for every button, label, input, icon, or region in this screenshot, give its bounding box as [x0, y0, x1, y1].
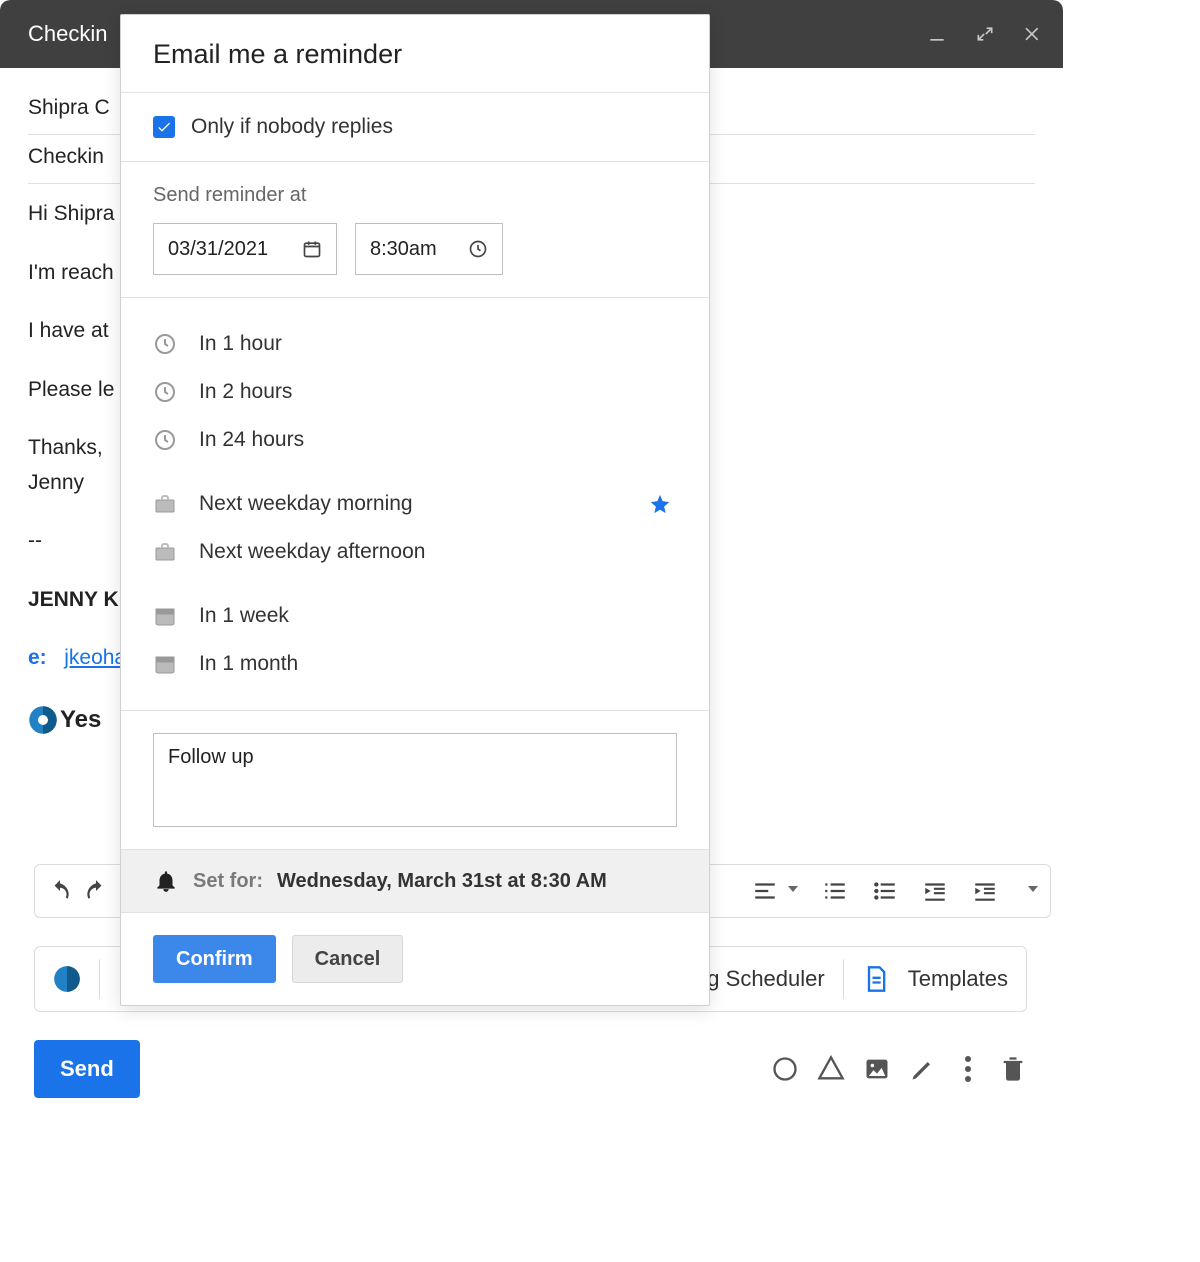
date-value: 03/31/2021 [168, 238, 268, 261]
align-icon[interactable] [752, 878, 778, 904]
set-for-label: Set for: [193, 870, 263, 893]
quick-option-label: In 1 month [199, 652, 298, 676]
quick-option-label: In 1 week [199, 604, 289, 628]
clock-icon [153, 380, 177, 404]
chevron-down-icon[interactable] [788, 886, 798, 896]
expand-icon[interactable] [975, 24, 995, 44]
yesware-icon[interactable] [53, 965, 81, 993]
chevron-down-icon[interactable] [1028, 886, 1038, 896]
send-button[interactable]: Send [34, 1040, 140, 1098]
quick-option-24-hours[interactable]: In 24 hours [153, 416, 677, 464]
quick-option-label: In 1 hour [199, 332, 282, 356]
minimize-icon[interactable] [927, 24, 947, 44]
signature-email-label: e: [28, 646, 47, 669]
undo-icon[interactable] [47, 878, 73, 904]
redo-icon[interactable] [83, 878, 109, 904]
briefcase-icon [153, 540, 177, 564]
reminder-modal: Email me a reminder Only if nobody repli… [120, 14, 710, 1006]
quick-option-label: In 2 hours [199, 380, 292, 404]
calendar-icon [302, 239, 322, 259]
confirm-button[interactable]: Confirm [153, 935, 276, 983]
star-icon [649, 493, 671, 515]
quick-option-next-weekday-morning[interactable]: Next weekday morning [153, 480, 677, 528]
numbered-list-icon[interactable] [822, 878, 848, 904]
briefcase-icon [153, 492, 177, 516]
quick-option-1-month[interactable]: In 1 month [153, 640, 677, 688]
clock-icon [153, 428, 177, 452]
clock-icon [153, 332, 177, 356]
quick-option-1-hour[interactable]: In 1 hour [153, 320, 677, 368]
trash-icon[interactable] [999, 1055, 1027, 1083]
reminder-date-input[interactable]: 03/31/2021 [153, 223, 337, 275]
emoji-icon[interactable] [771, 1055, 799, 1083]
quick-option-next-weekday-afternoon[interactable]: Next weekday afternoon [153, 528, 677, 576]
reminder-note-input[interactable]: Follow up [153, 733, 677, 827]
window-title: Checkin [28, 21, 107, 47]
image-icon[interactable] [863, 1055, 891, 1083]
calendar-icon [153, 604, 177, 628]
drive-icon[interactable] [817, 1055, 845, 1083]
quick-option-label: Next weekday afternoon [199, 540, 425, 564]
time-value: 8:30am [370, 238, 437, 261]
checkbox-label: Only if nobody replies [191, 115, 393, 139]
quick-option-label: Next weekday morning [199, 492, 413, 516]
signature-brand-text: Yes [60, 701, 101, 738]
meeting-scheduler-button[interactable]: g Scheduler [707, 966, 824, 992]
bulleted-list-icon[interactable] [872, 878, 898, 904]
set-for-value: Wednesday, March 31st at 8:30 AM [277, 870, 607, 893]
close-icon[interactable] [1023, 24, 1043, 44]
indent-decrease-icon[interactable] [922, 878, 948, 904]
clock-icon [468, 239, 488, 259]
only-if-nobody-replies-checkbox[interactable]: Only if nobody replies [153, 115, 677, 139]
pen-icon[interactable] [909, 1055, 937, 1083]
quick-option-2-hours[interactable]: In 2 hours [153, 368, 677, 416]
templates-button[interactable]: Templates [908, 966, 1008, 992]
signature-email-link[interactable]: jkeoha [64, 646, 126, 669]
yesware-logo-icon [28, 705, 58, 735]
checkbox-checked-icon [153, 116, 175, 138]
send-reminder-at-label: Send reminder at [153, 184, 677, 207]
bell-icon [153, 868, 179, 894]
quick-option-label: In 24 hours [199, 428, 304, 452]
indent-increase-icon[interactable] [972, 878, 998, 904]
quick-option-1-week[interactable]: In 1 week [153, 592, 677, 640]
templates-icon [862, 965, 890, 993]
reminder-time-input[interactable]: 8:30am [355, 223, 503, 275]
cancel-button[interactable]: Cancel [292, 935, 404, 983]
set-for-bar: Set for: Wednesday, March 31st at 8:30 A… [121, 849, 709, 913]
send-bar: Send [34, 1034, 1027, 1104]
calendar-icon [153, 652, 177, 676]
more-options-icon[interactable] [965, 1066, 971, 1072]
modal-title: Email me a reminder [121, 15, 709, 93]
